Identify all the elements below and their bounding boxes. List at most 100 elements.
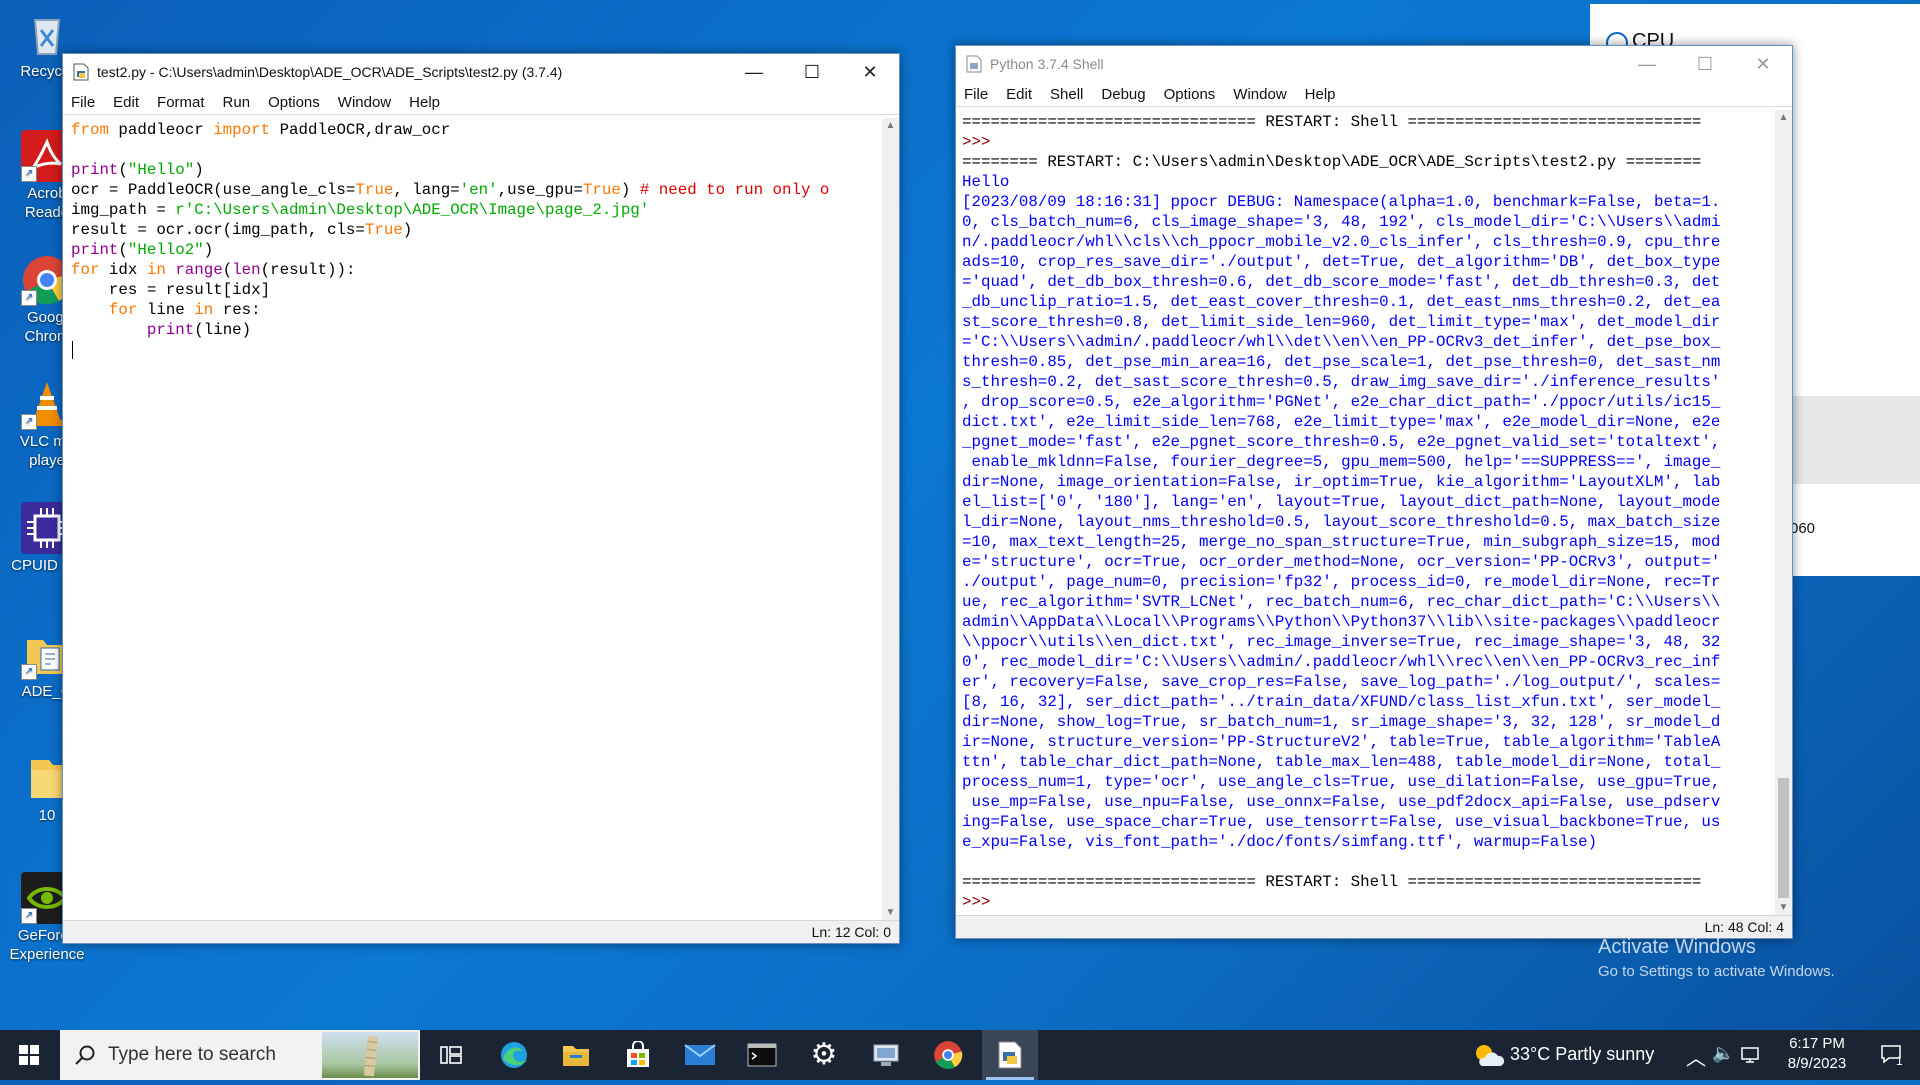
shell-line: process_num=1, type='ocr', use_angle_cls… bbox=[962, 773, 1721, 791]
code-token: "Hello2" bbox=[127, 241, 204, 259]
editor-menu-file[interactable]: File bbox=[71, 94, 95, 111]
code-token: ) bbox=[203, 241, 214, 259]
shell-line: Hello bbox=[962, 173, 1010, 191]
shell-line: dir=None, show_log=True, sr_batch_num=1,… bbox=[962, 713, 1721, 731]
shell-menu-edit[interactable]: Edit bbox=[1006, 86, 1032, 103]
code-line: print(line) bbox=[71, 320, 877, 340]
python-idle-icon bbox=[966, 55, 982, 73]
python-file-icon bbox=[73, 63, 89, 81]
shell-prompt: >>> bbox=[962, 893, 1000, 911]
volume-icon[interactable]: 🔈 bbox=[1712, 1043, 1734, 1064]
code-token: result = ocr.ocr(img_path, cls= bbox=[71, 221, 365, 239]
code-token: for bbox=[71, 261, 100, 279]
editor-code-area[interactable]: from paddleocr import PaddleOCR,draw_ocr… bbox=[71, 120, 877, 360]
scroll-down-arrow-icon[interactable]: ▼ bbox=[882, 905, 899, 921]
shell-menu-window[interactable]: Window bbox=[1233, 86, 1286, 103]
taskbar-control-panel[interactable] bbox=[858, 1030, 914, 1080]
code-token: ( bbox=[222, 261, 233, 279]
code-line: print("Hello2") bbox=[71, 240, 877, 260]
maximize-button[interactable]: ☐ bbox=[1676, 46, 1734, 82]
code-line: ocr = PaddleOCR(use_angle_cls=True, lang… bbox=[71, 180, 877, 200]
start-button[interactable] bbox=[0, 1030, 58, 1080]
code-token: import bbox=[213, 121, 271, 139]
taskbar-chrome[interactable] bbox=[920, 1030, 976, 1080]
idle-editor-window[interactable]: test2.py - C:\Users\admin\Desktop\ADE_OC… bbox=[62, 53, 900, 944]
close-button[interactable]: ✕ bbox=[841, 54, 899, 90]
shell-line: ======== RESTART: C:\Users\admin\Desktop… bbox=[962, 153, 1702, 171]
scroll-up-arrow-icon[interactable]: ▲ bbox=[1775, 110, 1792, 126]
code-token: print bbox=[146, 321, 195, 339]
clock[interactable]: 6:17 PM 8/9/2023 bbox=[1768, 1030, 1866, 1080]
text-cursor bbox=[72, 341, 73, 359]
shell-line: _pgnet_mode='fast', e2e_pgnet_score_thre… bbox=[962, 433, 1721, 451]
editor-menu-window[interactable]: Window bbox=[338, 94, 391, 111]
editor-menu-edit[interactable]: Edit bbox=[113, 94, 139, 111]
weather-text: 33°C Partly sunny bbox=[1510, 1044, 1655, 1064]
shell-line: ads=10, crop_res_save_dir='./output', de… bbox=[962, 253, 1721, 271]
taskbar-mail[interactable] bbox=[672, 1030, 728, 1080]
editor-menu-help[interactable]: Help bbox=[409, 94, 440, 111]
code-token: in bbox=[146, 261, 166, 279]
search-highlight-image[interactable] bbox=[322, 1032, 418, 1078]
shell-line: =10, max_text_length=25, merge_no_span_s… bbox=[962, 533, 1721, 551]
shell-line: dir=None, image_orientation=False, ir_op… bbox=[962, 473, 1721, 491]
python-idle-icon bbox=[998, 1041, 1022, 1069]
shell-menubar: File Edit Shell Debug Options Window Help bbox=[956, 82, 1792, 107]
maximize-button[interactable]: ☐ bbox=[783, 54, 841, 90]
editor-menu-run[interactable]: Run bbox=[223, 94, 251, 111]
minimize-button[interactable]: — bbox=[725, 54, 783, 90]
editor-menu-format[interactable]: Format bbox=[157, 94, 205, 111]
taskbar-store[interactable] bbox=[610, 1030, 666, 1080]
editor-menu-options[interactable]: Options bbox=[268, 94, 320, 111]
shell-titlebar[interactable]: Python 3.7.4 Shell — ☐ ✕ bbox=[956, 46, 1792, 82]
shell-line: ttn', table_char_dict_path=None, table_m… bbox=[962, 753, 1721, 771]
notification-center-button[interactable]: 1 bbox=[1872, 1030, 1918, 1080]
code-token: True bbox=[582, 181, 621, 199]
editor-scrollbar[interactable]: ▲ ▼ bbox=[882, 118, 899, 921]
taskbar-python-idle[interactable] bbox=[982, 1030, 1038, 1080]
shell-line: 0, cls_batch_num=6, cls_image_shape='3, … bbox=[962, 213, 1721, 231]
editor-titlebar[interactable]: test2.py - C:\Users\admin\Desktop\ADE_OC… bbox=[63, 54, 899, 90]
taskbar-edge[interactable] bbox=[486, 1030, 542, 1080]
scroll-down-arrow-icon[interactable]: ▼ bbox=[1775, 900, 1792, 916]
shortcut-arrow-icon: ↗ bbox=[21, 166, 37, 182]
code-token: print bbox=[71, 241, 119, 259]
search-result-thumbnail[interactable] bbox=[1792, 396, 1920, 484]
shell-output-area[interactable]: =============================== RESTART:… bbox=[962, 112, 1772, 912]
shell-line: _db_unclip_ratio=1.5, det_east_cover_thr… bbox=[962, 293, 1721, 311]
scroll-up-arrow-icon[interactable]: ▲ bbox=[882, 118, 899, 134]
mail-icon bbox=[684, 1044, 716, 1065]
shell-menu-shell[interactable]: Shell bbox=[1050, 86, 1083, 103]
code-token: (result)): bbox=[260, 261, 356, 279]
chrome-icon bbox=[934, 1041, 963, 1069]
scrollbar-thumb[interactable] bbox=[1778, 778, 1789, 898]
shell-menu-help[interactable]: Help bbox=[1305, 86, 1336, 103]
python-shell-window[interactable]: Python 3.7.4 Shell — ☐ ✕ File Edit Shell De… bbox=[955, 45, 1793, 939]
close-button[interactable]: ✕ bbox=[1734, 46, 1792, 82]
taskbar-terminal[interactable] bbox=[734, 1030, 790, 1080]
shell-scrollbar[interactable]: ▲ ▼ bbox=[1775, 110, 1792, 916]
show-hidden-icons-chevron-icon[interactable]: ︿ bbox=[1686, 1042, 1706, 1071]
code-token: ( bbox=[118, 241, 128, 259]
shell-line: e='structure', ocr=True, ocr_order_metho… bbox=[962, 553, 1721, 571]
shell-line: st_score_thresh=0.8, det_limit_side_len=… bbox=[962, 313, 1721, 331]
editor-menubar: File Edit Format Run Options Window Help bbox=[63, 90, 899, 115]
taskbar-settings[interactable]: ⚙ bbox=[796, 1030, 852, 1080]
network-icon[interactable] bbox=[1740, 1046, 1760, 1064]
shell-statusbar: Ln: 48 Col: 4 bbox=[956, 915, 1792, 938]
taskbar-file-explorer[interactable] bbox=[548, 1030, 604, 1080]
shell-menu-options[interactable]: Options bbox=[1164, 86, 1216, 103]
shell-menu-file[interactable]: File bbox=[964, 86, 988, 103]
code-token: ) bbox=[620, 181, 640, 199]
task-view-button[interactable] bbox=[423, 1030, 479, 1080]
shell-menu-debug[interactable]: Debug bbox=[1101, 86, 1145, 103]
shell-line: =============================== RESTART:… bbox=[962, 113, 1702, 131]
minimize-button[interactable]: — bbox=[1618, 46, 1676, 82]
partly-sunny-icon bbox=[1476, 1045, 1504, 1066]
shell-line: ='quad', det_db_box_thresh=0.6, det_db_s… bbox=[962, 273, 1721, 291]
taskbar-search-box[interactable]: Type here to search bbox=[60, 1030, 420, 1080]
code-token: , lang= bbox=[393, 181, 460, 199]
code-token: # need to run only o bbox=[639, 181, 830, 199]
code-token: ( bbox=[118, 161, 128, 179]
